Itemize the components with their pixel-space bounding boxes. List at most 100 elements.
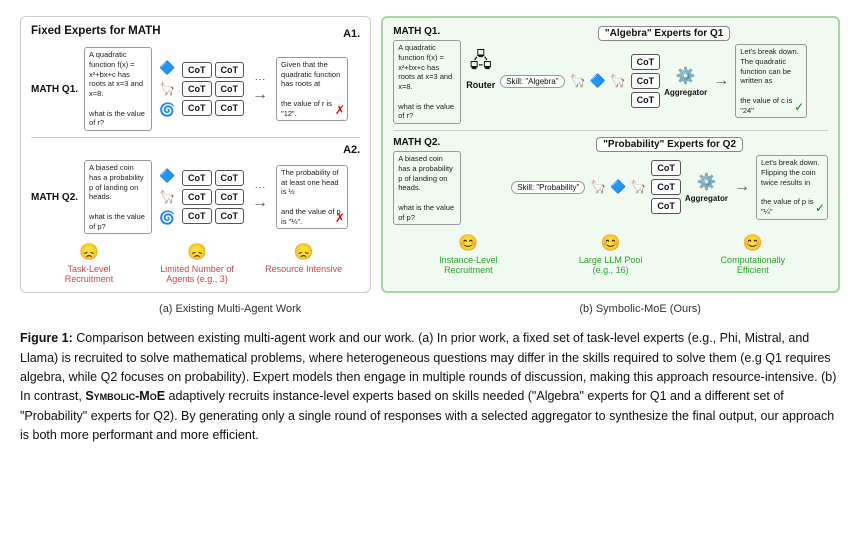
right-q2-aggregator: ⚙️ Aggregator bbox=[685, 172, 728, 203]
left-q1-label: MATH Q1. bbox=[31, 84, 78, 95]
right-arrow-2: → bbox=[252, 194, 268, 212]
cot-box-7: CoT bbox=[182, 170, 212, 186]
right-prob-experts: 🦙 🔷 🦙 bbox=[589, 178, 647, 196]
expert-icon-2: 🦙 bbox=[158, 80, 176, 98]
algebra-expert-3: 🦙 bbox=[609, 72, 627, 90]
r-cot-1: CoT bbox=[631, 54, 661, 70]
cot-box-12: CoT bbox=[215, 208, 245, 224]
expert-icon-6: 🌀 bbox=[158, 209, 176, 227]
cot-box-5: CoT bbox=[182, 100, 212, 116]
right-bottom-labels: 😊 Instance-Level Recruitment 😊 Large LLM… bbox=[393, 233, 828, 275]
cross-icon-2: ✗ bbox=[335, 211, 345, 227]
r-cot-2: CoT bbox=[631, 73, 661, 89]
right-panel: MATH Q1. A quadratic function f(x) = x²+… bbox=[381, 16, 840, 293]
diagrams-row: Fixed Experts for MATH A1. MATH Q1. A qu… bbox=[20, 16, 840, 293]
left-a1-label-top: A1. bbox=[343, 28, 360, 40]
left-label-1-text: Task-Level Recruitment bbox=[49, 264, 129, 284]
right-arrow-3: → bbox=[713, 72, 729, 90]
right-arrow-4: → bbox=[734, 178, 750, 196]
left-q2-label: MATH Q2. bbox=[31, 192, 78, 203]
right-q2-answer: Let's break down. Flipping the coin twic… bbox=[756, 155, 828, 220]
cot-box-2: CoT bbox=[215, 62, 245, 78]
left-q1-experts: 🔷 🦙 🌀 bbox=[158, 59, 176, 119]
right-q1-text: A quadratic function f(x) = x²+bx+c has … bbox=[393, 40, 461, 124]
left-label-2: 😞 Limited Number of Agents (e.g., 3) bbox=[157, 242, 237, 284]
left-q1-arrow: ··· → bbox=[250, 74, 270, 104]
left-panel: Fixed Experts for MATH A1. MATH Q1. A qu… bbox=[20, 16, 371, 293]
figure-caption: Figure 1: Comparison between existing mu… bbox=[20, 329, 840, 445]
cot-row-4: CoT CoT bbox=[182, 170, 244, 186]
right-q2-block: MATH Q2. A biased coin has a probability… bbox=[393, 137, 461, 225]
left-label-3: 😞 Resource Intensive bbox=[265, 242, 342, 284]
left-q2-experts: 🔷 🦙 🌀 bbox=[158, 167, 176, 227]
right-label-2-text: Large LLM Pool (e.g., 16) bbox=[571, 255, 651, 275]
right-bottom-section: MATH Q2. A biased coin has a probability… bbox=[393, 137, 828, 225]
aggregator-icon-2: ⚙️ bbox=[696, 172, 716, 192]
happy-emoji-3: 😊 bbox=[743, 233, 763, 253]
cot-box-8: CoT bbox=[215, 170, 245, 186]
figure-caption-bold: Figure 1: bbox=[20, 331, 73, 345]
dots-label: ··· bbox=[255, 74, 266, 86]
right-divider bbox=[393, 130, 828, 131]
aggregator-label-1: Aggregator bbox=[664, 88, 707, 97]
left-q2-text: A biased coin has a probability p of lan… bbox=[84, 160, 152, 234]
right-probability-row: Skill: "Probability" 🦙 🔷 🦙 CoT CoT bbox=[511, 155, 828, 220]
aggregator-label-2: Aggregator bbox=[685, 194, 728, 203]
symbolic-moe-brand: Symbolic-MoE bbox=[85, 389, 165, 403]
right-probability-area: "Probability" Experts for Q2 Skill: "Pro… bbox=[511, 137, 828, 220]
prob-expert-2: 🔷 bbox=[609, 178, 627, 196]
right-arrow-1: → bbox=[252, 86, 268, 104]
right-q2-text: A biased coin has a probability p of lan… bbox=[393, 151, 461, 225]
cot-box-11: CoT bbox=[182, 208, 212, 224]
cot-box-6: CoT bbox=[215, 100, 245, 116]
dots-label-2: ··· bbox=[255, 182, 266, 194]
right-q1-answer: Let's break down. The quadratic function… bbox=[735, 44, 807, 118]
sad-emoji-2: 😞 bbox=[187, 242, 207, 262]
algebra-expert-1: 🦙 bbox=[569, 72, 587, 90]
right-label-1-text: Instance-Level Recruitment bbox=[428, 255, 508, 275]
probability-experts-title: "Probability" Experts for Q2 bbox=[596, 137, 743, 152]
cot-box-4: CoT bbox=[215, 81, 245, 97]
right-q1-block: MATH Q1. A quadratic function f(x) = x²+… bbox=[393, 26, 461, 124]
figure-container: Fixed Experts for MATH A1. MATH Q1. A qu… bbox=[20, 16, 840, 446]
cot-row-2: CoT CoT bbox=[182, 81, 244, 97]
expert-icon-4: 🔷 bbox=[158, 167, 176, 185]
algebra-expert-2: 🔷 bbox=[589, 72, 607, 90]
r-cot-6: CoT bbox=[651, 198, 681, 214]
cot-row-3: CoT CoT bbox=[182, 100, 244, 116]
right-algebra-row: Skill: "Algebra" 🦙 🔷 🦙 CoT CoT bbox=[500, 44, 828, 118]
left-panel-title: Fixed Experts for MATH bbox=[31, 25, 161, 37]
left-q2-section: MATH Q2. A biased coin has a probability… bbox=[31, 160, 360, 234]
left-bottom-labels: 😞 Task-Level Recruitment 😞 Limited Numbe… bbox=[31, 242, 360, 284]
left-q2-arrow: ··· → bbox=[250, 182, 270, 212]
right-q2-label: MATH Q2. bbox=[393, 137, 461, 148]
r-cot-4: CoT bbox=[651, 160, 681, 176]
divider-1 bbox=[31, 137, 360, 138]
cot-box-3: CoT bbox=[182, 81, 212, 97]
right-algebra-area: "Algebra" Experts for Q1 Skill: "Algebra… bbox=[500, 26, 828, 118]
right-q1-arrow: → bbox=[711, 72, 731, 90]
right-algebra-experts: 🦙 🔷 🦙 bbox=[569, 72, 627, 90]
skill-algebra-label: Skill: "Algebra" bbox=[500, 75, 564, 88]
right-label-1: 😊 Instance-Level Recruitment bbox=[428, 233, 508, 275]
aggregator-icon-1: ⚙️ bbox=[676, 66, 696, 86]
right-caption-label: (b) Symbolic-MoE (Ours) bbox=[579, 303, 701, 315]
cot-box-1: CoT bbox=[182, 62, 212, 78]
right-q1-aggregator: ⚙️ Aggregator bbox=[664, 66, 707, 97]
check-icon-2: ✓ bbox=[815, 201, 825, 217]
left-label-1: 😞 Task-Level Recruitment bbox=[49, 242, 129, 284]
prob-expert-3: 🦙 bbox=[629, 178, 647, 196]
check-icon-1: ✓ bbox=[794, 100, 804, 116]
r-cot-5: CoT bbox=[651, 179, 681, 195]
left-label-2-text: Limited Number of Agents (e.g., 3) bbox=[157, 264, 237, 284]
expert-icon-3: 🌀 bbox=[158, 101, 176, 119]
cross-icon-1: ✗ bbox=[335, 103, 345, 119]
router-block: 🖧 Router bbox=[466, 46, 495, 90]
figure-caption-text-1: Comparison between existing multi-agent … bbox=[20, 331, 836, 442]
right-label-3-text: Computationally Efficient bbox=[713, 255, 793, 275]
expert-icon-5: 🦙 bbox=[158, 188, 176, 206]
panel-captions: (a) Existing Multi-Agent Work (b) Symbol… bbox=[20, 303, 840, 315]
right-q2-arrow: → bbox=[732, 178, 752, 196]
left-q2-answer: The probability of at least one head is … bbox=[276, 165, 348, 230]
left-q1-cot-grid: CoT CoT CoT CoT CoT CoT bbox=[182, 62, 244, 116]
